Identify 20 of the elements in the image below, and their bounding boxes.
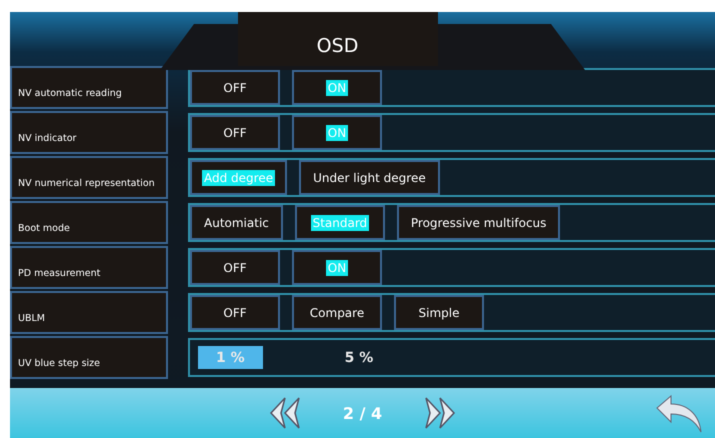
setting-label: Boot mode (10, 201, 168, 244)
setting-label: UBLM (10, 291, 168, 334)
screen-title: OSD (238, 12, 438, 66)
option-button[interactable]: Automiatic (190, 205, 283, 240)
option-button[interactable]: OFF (190, 115, 280, 150)
setting-label: NV indicator (10, 111, 168, 154)
option-button[interactable]: Simple (394, 295, 484, 330)
step-option[interactable]: 5 % (332, 340, 386, 375)
option-button[interactable]: OFF (190, 250, 280, 285)
option-button[interactable]: Progressive multifocus (396, 205, 560, 240)
option-button[interactable]: Under light degree (299, 160, 440, 195)
option-button[interactable]: Compare (292, 295, 382, 330)
option-button[interactable]: OFF (190, 70, 280, 105)
setting-label: PD measurement (10, 246, 168, 289)
option-button[interactable]: OFF (190, 295, 280, 330)
setting-label: UV blue step size (10, 336, 168, 379)
page-indicator: 2 / 4 (342, 404, 382, 422)
setting-label: NV numerical representation (10, 156, 168, 199)
setting-label: NV automatic reading (10, 66, 168, 109)
back-arrow-icon[interactable] (655, 394, 703, 434)
